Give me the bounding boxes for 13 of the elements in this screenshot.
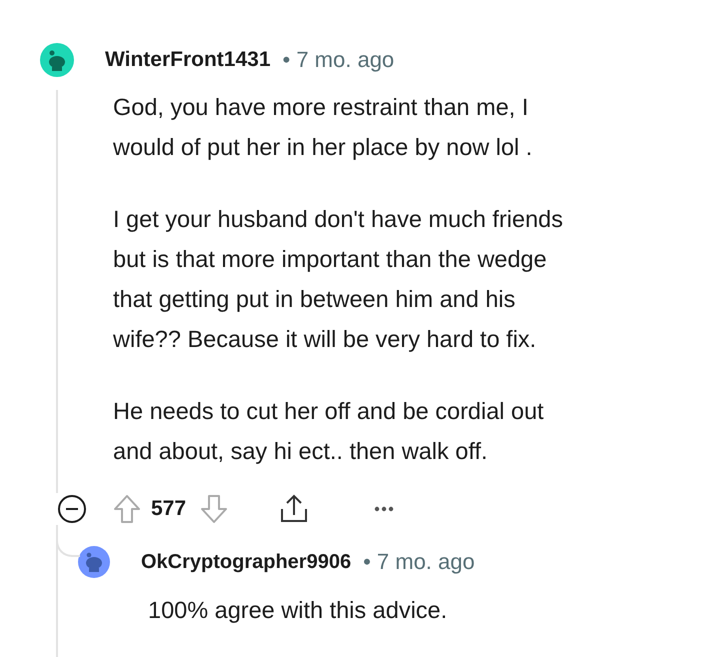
vote-count: 577: [151, 497, 186, 521]
more-icon[interactable]: [374, 506, 394, 512]
comment-paragraph: He needs to cut her off and be cordial out and about, say hi ect.. then walk off.: [113, 397, 545, 466]
timestamp: • 7 mo. ago: [282, 47, 394, 73]
username[interactable]: WinterFront1431: [105, 48, 271, 72]
comment-paragraph: I get your husband don't have much friends but is that more important than the wedge that getting put in between him and his wife?? Because it will be very hard to fix.: [113, 205, 564, 354]
collapse-icon[interactable]: [57, 494, 87, 524]
timestamp: • 7 mo. ago: [363, 549, 475, 575]
avatar-icon[interactable]: [78, 546, 110, 578]
comment-paragraph: God, you have more restraint than me, I would of put her in her place by now lol .: [113, 93, 534, 162]
avatar-icon[interactable]: [40, 43, 74, 77]
reply-text: 100% agree with this advice.: [148, 597, 448, 624]
username[interactable]: OkCryptographer9906: [141, 550, 352, 574]
